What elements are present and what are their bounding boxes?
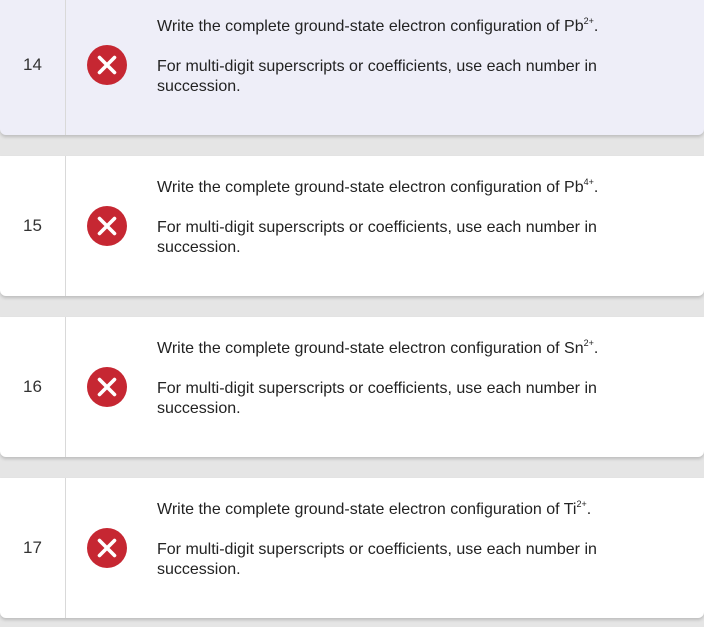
prompt-text: Write the complete ground-state electron… [157,18,584,35]
ion-charge: 2+ [583,338,594,348]
question-prompt: Write the complete ground-state electron… [157,500,677,520]
question-number: 14 [0,0,66,135]
ion-charge: 4+ [583,177,594,187]
question-number: 15 [0,156,66,296]
question-note: For multi-digit superscripts or coeffici… [157,541,597,578]
question-text: Write the complete ground-state electron… [157,17,677,97]
prompt-end: . [593,340,599,357]
question-note: For multi-digit superscripts or coeffici… [157,380,597,417]
question-row[interactable]: 17 Write the complete ground-state elect… [0,478,704,618]
question-prompt: Write the complete ground-state electron… [157,178,677,198]
ion-charge: 2+ [583,16,594,26]
question-text: Write the complete ground-state electron… [157,500,677,580]
question-note: For multi-digit superscripts or coeffici… [157,58,597,95]
question-row[interactable]: 14 Write the complete ground-state elect… [0,0,704,135]
question-row[interactable]: 16 Write the complete ground-state elect… [0,317,704,457]
question-note: For multi-digit superscripts or coeffici… [157,219,597,256]
prompt-text: Write the complete ground-state electron… [157,501,577,518]
question-row[interactable]: 15 Write the complete ground-state elect… [0,156,704,296]
prompt-text: Write the complete ground-state electron… [157,340,584,357]
incorrect-x-icon [87,206,127,246]
prompt-text: Write the complete ground-state electron… [157,179,584,196]
prompt-end: . [586,501,592,518]
incorrect-x-icon [87,45,127,85]
incorrect-x-icon [87,367,127,407]
prompt-end: . [593,179,599,196]
ion-charge: 2+ [576,499,587,509]
incorrect-x-icon [87,528,127,568]
question-prompt: Write the complete ground-state electron… [157,17,677,37]
question-text: Write the complete ground-state electron… [157,339,677,419]
question-number: 17 [0,478,66,618]
prompt-end: . [593,18,599,35]
question-number: 16 [0,317,66,457]
question-text: Write the complete ground-state electron… [157,178,677,258]
question-prompt: Write the complete ground-state electron… [157,339,677,359]
